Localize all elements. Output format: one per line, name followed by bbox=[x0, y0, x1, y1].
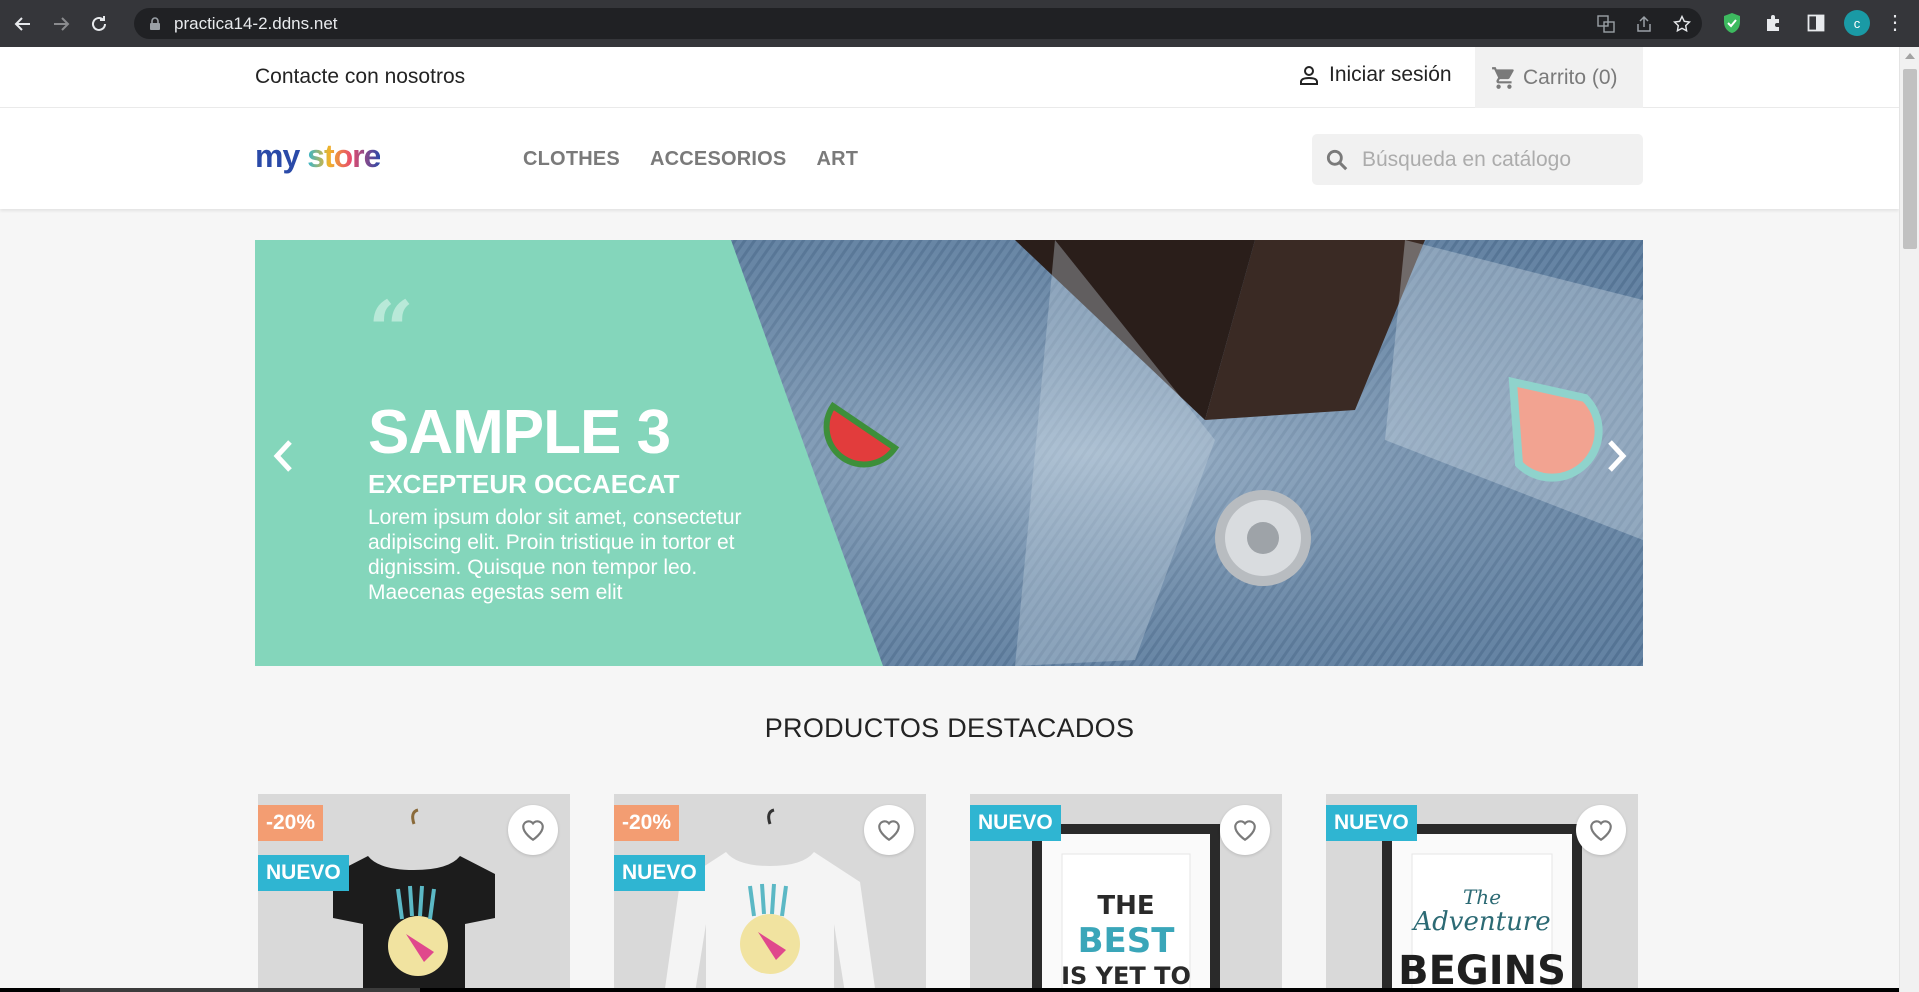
shopping-cart-icon bbox=[1492, 66, 1514, 89]
forward-icon[interactable] bbox=[46, 9, 76, 39]
home-slider: “ SAMPLE 3 EXCEPTEUR OCCAECAT Lorem ipsu… bbox=[255, 240, 1643, 666]
menu-item-clothes[interactable]: CLOTHES bbox=[523, 148, 620, 171]
cart-label: Carrito (0) bbox=[1523, 65, 1618, 89]
translate-icon[interactable] bbox=[1596, 14, 1616, 34]
wishlist-heart-icon[interactable] bbox=[1576, 805, 1626, 855]
menu-item-art[interactable]: ART bbox=[816, 148, 858, 171]
new-badge: NUEVO bbox=[1326, 805, 1417, 841]
product-card[interactable]: -20% NUEVO bbox=[258, 794, 570, 992]
svg-text:Adventure: Adventure bbox=[1411, 907, 1550, 937]
store-logo[interactable]: my store bbox=[255, 138, 381, 175]
featured-products-list: -20% NUEVO -20% NUEVO THE BEST IS YET TO… bbox=[258, 794, 1638, 992]
slide-description: Lorem ipsum dolor sit amet, consectetur … bbox=[368, 506, 742, 604]
share-icon[interactable] bbox=[1634, 14, 1654, 34]
horizontal-scrollbar[interactable] bbox=[0, 988, 1899, 992]
scroll-thumb[interactable] bbox=[1903, 69, 1917, 249]
main-menu: CLOTHES ACCESORIOS ART bbox=[523, 148, 858, 171]
wishlist-heart-icon[interactable] bbox=[508, 805, 558, 855]
search-box bbox=[1312, 134, 1643, 185]
main-header: my store CLOTHES ACCESORIOS ART bbox=[0, 108, 1899, 209]
slider-prev-icon[interactable] bbox=[271, 438, 295, 474]
cart-button[interactable]: Carrito (0) bbox=[1475, 47, 1643, 108]
reload-icon[interactable] bbox=[84, 9, 114, 39]
search-icon[interactable] bbox=[1324, 147, 1350, 173]
wishlist-heart-icon[interactable] bbox=[1220, 805, 1270, 855]
discount-badge: -20% bbox=[258, 805, 324, 841]
page-content: Contacte con nosotros Iniciar sesión Car… bbox=[0, 47, 1899, 992]
address-bar[interactable]: practica14-2.ddns.net bbox=[134, 8, 1702, 39]
new-badge: NUEVO bbox=[970, 805, 1061, 841]
product-card[interactable]: -20% NUEVO bbox=[614, 794, 926, 992]
svg-text:IS YET TO: IS YET TO bbox=[1061, 962, 1191, 990]
url-text[interactable]: practica14-2.ddns.net bbox=[174, 14, 338, 34]
profile-avatar[interactable]: c bbox=[1844, 10, 1870, 36]
scroll-up-arrow[interactable] bbox=[1905, 53, 1915, 59]
svg-text:BEST: BEST bbox=[1078, 921, 1176, 961]
page-scrollbar[interactable] bbox=[1899, 47, 1919, 992]
product-card[interactable]: THE BEST IS YET TO COME NUEVO bbox=[970, 794, 1282, 992]
back-icon[interactable] bbox=[8, 9, 38, 39]
extensions-puzzle-icon[interactable] bbox=[1760, 9, 1788, 37]
slide-title: SAMPLE 3 bbox=[368, 398, 671, 467]
side-panel-icon[interactable] bbox=[1802, 9, 1830, 37]
new-badge: NUEVO bbox=[614, 855, 705, 891]
quote-mark-icon: “ bbox=[368, 283, 415, 377]
discount-badge: -20% bbox=[614, 805, 680, 841]
menu-item-accesorios[interactable]: ACCESORIOS bbox=[650, 148, 786, 171]
browser-toolbar: practica14-2.ddns.net c ⋮ bbox=[0, 0, 1919, 47]
slider-next-icon[interactable] bbox=[1605, 438, 1629, 474]
shield-extension-icon[interactable] bbox=[1718, 9, 1746, 37]
lock-icon bbox=[150, 16, 160, 30]
new-badge: NUEVO bbox=[258, 855, 349, 891]
top-nav-bar: Contacte con nosotros Iniciar sesión Car… bbox=[0, 47, 1899, 108]
wishlist-heart-icon[interactable] bbox=[864, 805, 914, 855]
browser-menu-icon[interactable]: ⋮ bbox=[1885, 12, 1905, 34]
login-link[interactable]: Iniciar sesión bbox=[1297, 63, 1452, 87]
login-label: Iniciar sesión bbox=[1329, 63, 1452, 86]
svg-text:The: The bbox=[1463, 885, 1501, 909]
contact-link[interactable]: Contacte con nosotros bbox=[255, 65, 465, 89]
featured-products-title: PRODUCTOS DESTACADOS bbox=[764, 713, 1135, 743]
svg-text:THE: THE bbox=[1097, 891, 1154, 921]
product-card[interactable]: The Adventure BEGINS NUEVO bbox=[1326, 794, 1638, 992]
svg-text:BEGINS: BEGINS bbox=[1398, 948, 1566, 992]
user-icon bbox=[1300, 66, 1318, 85]
bookmark-star-icon[interactable] bbox=[1672, 14, 1692, 34]
search-input[interactable] bbox=[1362, 147, 1622, 172]
slide-subtitle: EXCEPTEUR OCCAECAT bbox=[368, 469, 680, 499]
